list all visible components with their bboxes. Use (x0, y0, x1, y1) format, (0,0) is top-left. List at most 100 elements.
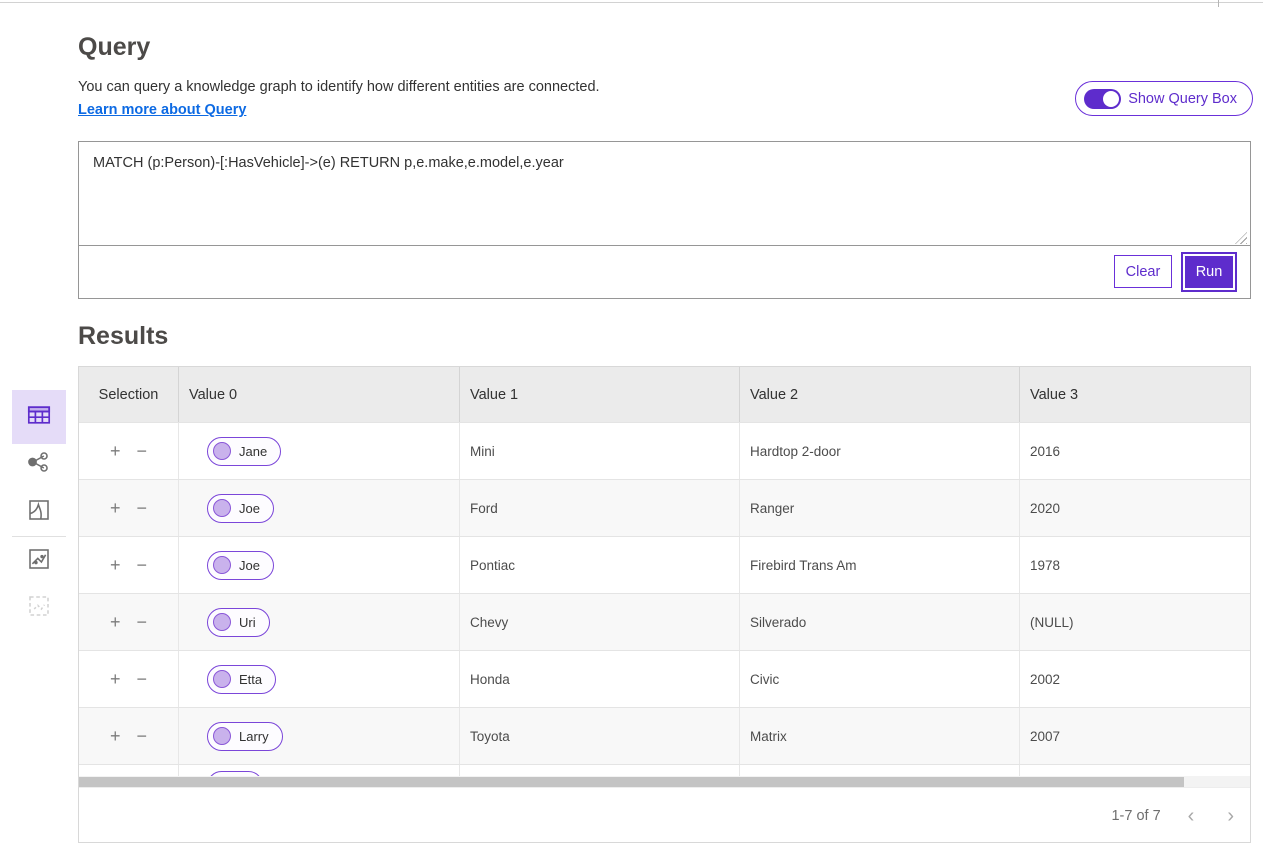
selection-cell: + − (79, 423, 178, 479)
value0-cell: Uri (178, 594, 459, 650)
add-selection-button[interactable]: + (110, 670, 121, 688)
entity-name: Jane (239, 444, 267, 459)
sidebar-divider (12, 536, 66, 537)
table-row: + − Joe Pontiac Firebird Trans Am 1978 (79, 536, 1250, 593)
remove-selection-button[interactable]: − (137, 727, 148, 745)
toggle-switch-icon[interactable] (1084, 89, 1121, 109)
entity-dot-icon (213, 727, 231, 745)
query-page-title: Query (78, 33, 150, 62)
sidebar-item-map-graph-view[interactable] (12, 547, 66, 575)
previous-page-button[interactable]: ‹ (1182, 806, 1201, 826)
value3-cell: 2020 (1019, 480, 1250, 536)
sidebar-item-table-view[interactable] (12, 390, 66, 444)
entity-name: Joe (239, 558, 260, 573)
entity-dot-icon (213, 670, 231, 688)
query-input[interactable]: MATCH (p:Person)-[:HasVehicle]->(e) RETU… (79, 142, 1250, 246)
table-view-icon (27, 403, 51, 432)
learn-more-link[interactable]: Learn more about Query (78, 102, 246, 118)
add-selection-button[interactable]: + (110, 556, 121, 574)
column-header-selection: Selection (79, 367, 178, 422)
table-row: + − Jane Mini Hardtop 2-door 2016 (79, 422, 1250, 479)
remove-selection-button[interactable]: − (137, 613, 148, 631)
value2-cell: Hardtop 2-door (739, 423, 1019, 479)
entity-name: Uri (239, 615, 256, 630)
value2-cell: Ranger (739, 480, 1019, 536)
entity-chip[interactable]: Jane (207, 437, 281, 466)
column-header-value3: Value 3 (1019, 367, 1250, 422)
value1-cell: Pontiac (459, 537, 739, 593)
entity-chip[interactable]: Larry (207, 722, 283, 751)
value1-cell: Honda (459, 651, 739, 707)
top-border-line (0, 2, 1263, 3)
column-header-value2: Value 2 (739, 367, 1019, 422)
value0-cell: Larry (178, 708, 459, 764)
value2-cell (739, 765, 1019, 776)
value1-cell: Chevy (459, 594, 739, 650)
remove-selection-button[interactable]: − (137, 499, 148, 517)
query-description: You can query a knowledge graph to ident… (78, 79, 600, 95)
selection-cell: + − (79, 708, 178, 764)
table-row: + − Joe Ford Ranger 2020 (79, 479, 1250, 536)
value1-cell (459, 765, 739, 776)
remove-selection-button[interactable]: − (137, 442, 148, 460)
results-table: Selection Value 0 Value 1 Value 2 Value … (78, 366, 1251, 843)
add-selection-button[interactable]: + (110, 499, 121, 517)
next-page-button[interactable]: › (1221, 806, 1240, 826)
entity-chip[interactable]: Uri (207, 608, 270, 637)
entity-name: Larry (239, 729, 269, 744)
entity-dot-icon (213, 556, 231, 574)
column-header-value0: Value 0 (178, 367, 459, 422)
entity-chip[interactable]: Joe (207, 551, 274, 580)
table-row-clipped (79, 764, 1250, 776)
entity-chip[interactable]: Joe (207, 494, 274, 523)
value1-cell: Ford (459, 480, 739, 536)
table-row: + − Larry Toyota Matrix 2007 (79, 707, 1250, 764)
show-query-box-toggle[interactable]: Show Query Box (1075, 81, 1253, 116)
entity-name: Joe (239, 501, 260, 516)
value0-cell (178, 765, 459, 776)
entity-name: Etta (239, 672, 262, 687)
value0-cell: Jane (178, 423, 459, 479)
link-chart-view-icon (27, 450, 51, 479)
table-row: + − Uri Chevy Silverado (NULL) (79, 593, 1250, 650)
column-header-value1: Value 1 (459, 367, 739, 422)
entity-dot-icon (213, 442, 231, 460)
map-graph-view-icon (27, 547, 51, 576)
sidebar-item-link-chart-view[interactable] (12, 450, 66, 478)
selection-cell: + − (79, 480, 178, 536)
disabled-view-icon (27, 594, 51, 623)
add-selection-button[interactable]: + (110, 442, 121, 460)
results-title: Results (78, 322, 168, 351)
add-selection-button[interactable]: + (110, 613, 121, 631)
value3-cell: 1978 (1019, 537, 1250, 593)
value3-cell (1019, 765, 1250, 776)
entity-dot-icon (213, 499, 231, 517)
query-box-panel: MATCH (p:Person)-[:HasVehicle]->(e) RETU… (78, 141, 1251, 299)
query-actions-bar: Clear Run (79, 246, 1250, 297)
table-pagination-bar: 1-7 of 7 ‹ › (79, 787, 1250, 843)
selection-cell (79, 765, 178, 776)
value3-cell: 2016 (1019, 423, 1250, 479)
sidebar-item-disabled-view (12, 594, 66, 622)
entity-chip[interactable]: Etta (207, 665, 276, 694)
selection-cell: + − (79, 651, 178, 707)
remove-selection-button[interactable]: − (137, 670, 148, 688)
value1-cell: Toyota (459, 708, 739, 764)
selection-cell: + − (79, 537, 178, 593)
run-button[interactable]: Run (1185, 256, 1233, 288)
value2-cell: Civic (739, 651, 1019, 707)
value3-cell: 2007 (1019, 708, 1250, 764)
toggle-knob (1103, 91, 1119, 107)
table-row: + − Etta Honda Civic 2002 (79, 650, 1250, 707)
toggle-label: Show Query Box (1128, 91, 1237, 107)
value0-cell: Joe (178, 537, 459, 593)
top-scroll-tick (1218, 0, 1219, 7)
horizontal-scrollbar[interactable] (79, 776, 1250, 787)
value2-cell: Matrix (739, 708, 1019, 764)
clear-button[interactable]: Clear (1114, 255, 1172, 288)
remove-selection-button[interactable]: − (137, 556, 148, 574)
page-count-label: 1-7 of 7 (1111, 808, 1160, 824)
add-selection-button[interactable]: + (110, 727, 121, 745)
sidebar-item-map-view[interactable] (12, 498, 66, 526)
scrollbar-thumb[interactable] (79, 777, 1184, 787)
